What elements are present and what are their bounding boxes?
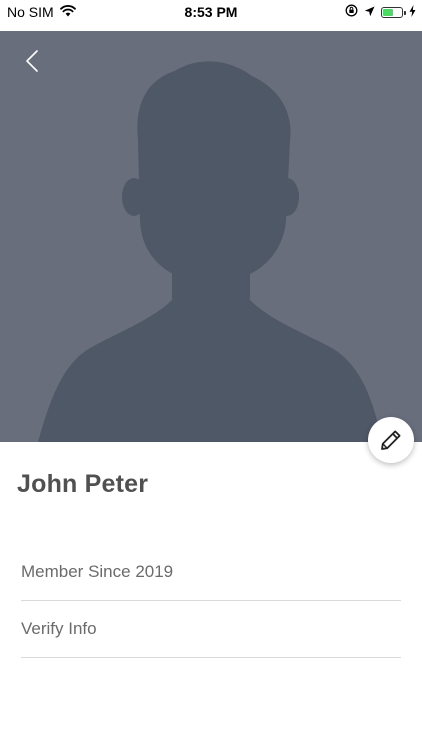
battery-icon: [381, 6, 406, 18]
member-since-label: Member Since 2019: [21, 562, 174, 581]
charging-bolt-icon: [409, 4, 416, 20]
person-silhouette-icon: [38, 61, 382, 442]
member-since-row[interactable]: Member Since 2019: [21, 544, 401, 601]
orientation-lock-icon: [345, 4, 358, 20]
pencil-icon: [381, 430, 401, 450]
status-bar: No SIM 8:53 PM: [0, 0, 422, 30]
status-right: [345, 4, 416, 20]
battery-cap: [404, 10, 406, 15]
profile-photo-header: [0, 31, 422, 442]
verify-info-label: Verify Info: [21, 619, 97, 638]
battery-level: [383, 8, 393, 16]
chevron-left-icon: [26, 50, 38, 72]
back-button[interactable]: [16, 45, 48, 77]
location-arrow-icon: [364, 4, 375, 20]
profile-info-list: Member Since 2019 Verify Info: [21, 544, 401, 658]
edit-profile-button[interactable]: [368, 417, 414, 463]
profile-screen: No SIM 8:53 PM John Peter Member Since 2…: [0, 0, 422, 750]
verify-info-row[interactable]: Verify Info: [21, 601, 401, 658]
profile-name: John Peter: [17, 470, 149, 498]
